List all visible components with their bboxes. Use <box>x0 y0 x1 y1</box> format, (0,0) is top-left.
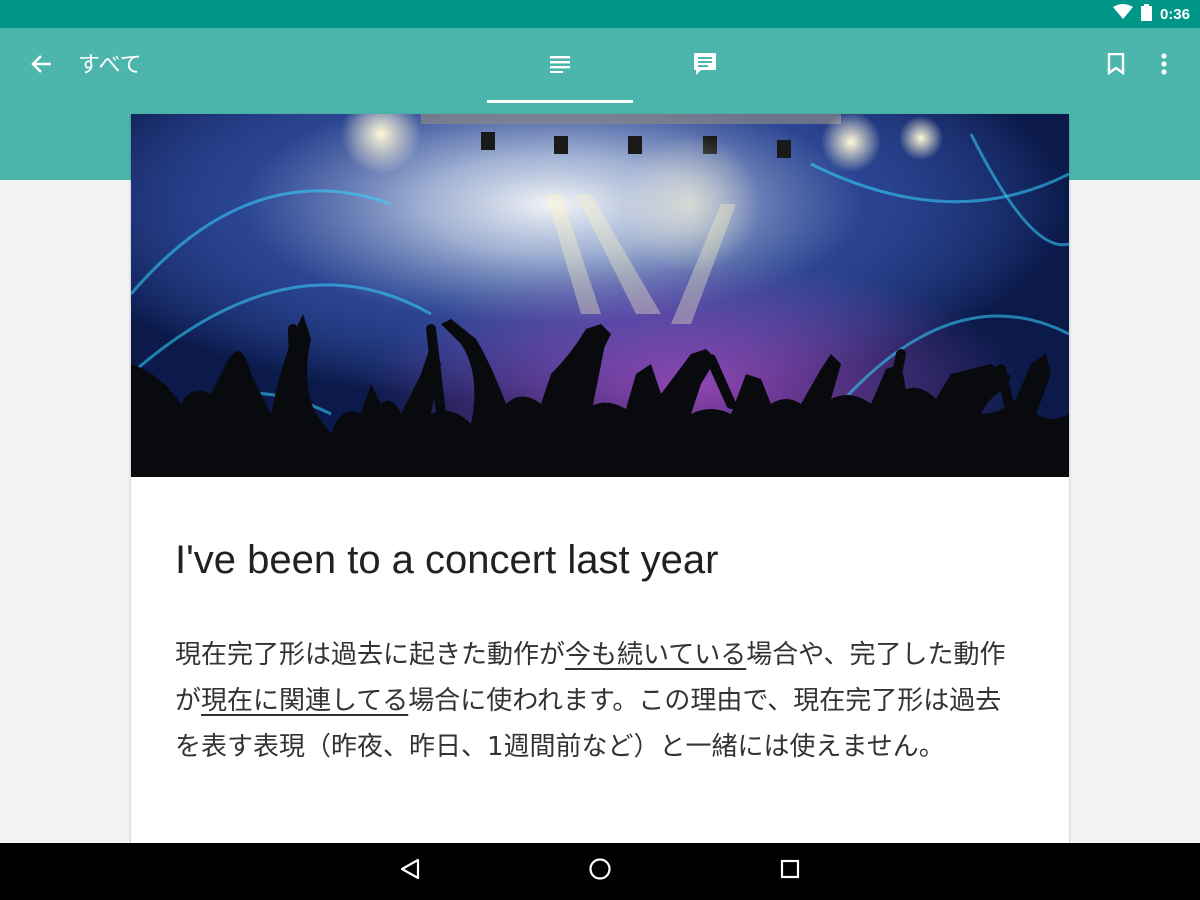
body-text-1: 現在完了形は過去に起きた動作が <box>175 640 566 670</box>
body-underlined-1: 今も続いている <box>565 640 747 670</box>
article-icon <box>549 55 571 77</box>
recents-square-icon <box>779 858 801 884</box>
battery-icon <box>1140 3 1152 25</box>
article-title: I've been to a concert last year <box>175 538 719 582</box>
status-time: 0:36 <box>1159 5 1190 23</box>
status-icons: 0:36 <box>1112 0 1190 28</box>
tab-comments[interactable] <box>632 28 778 104</box>
app-title: すべて <box>78 53 142 78</box>
bookmark-button[interactable] <box>1100 50 1132 82</box>
back-button[interactable] <box>22 50 62 82</box>
back-triangle-icon <box>399 858 421 884</box>
bookmark-icon <box>1107 52 1125 79</box>
body-underlined-2: 現在に関連してる <box>201 686 409 716</box>
nav-recents-button[interactable] <box>770 855 810 887</box>
hero-image <box>131 114 1069 477</box>
arrow-back-icon <box>31 54 53 78</box>
more-vert-icon <box>1161 53 1167 79</box>
system-nav-bar <box>0 843 1200 900</box>
wifi-icon <box>1112 4 1133 24</box>
tab-indicator <box>487 100 633 103</box>
more-options-button[interactable] <box>1150 50 1178 82</box>
status-bar: 0:36 <box>0 0 1200 28</box>
comment-icon <box>692 51 718 81</box>
article-body: 現在完了形は過去に起きた動作が今も続いている場合や、完了した動作が現在に関連して… <box>175 632 1025 770</box>
tab-article[interactable] <box>487 28 633 104</box>
home-circle-icon <box>588 857 612 885</box>
article-card: I've been to a concert last year 現在完了形は過… <box>131 114 1069 844</box>
nav-back-button[interactable] <box>390 855 430 887</box>
nav-home-button[interactable] <box>580 855 620 887</box>
